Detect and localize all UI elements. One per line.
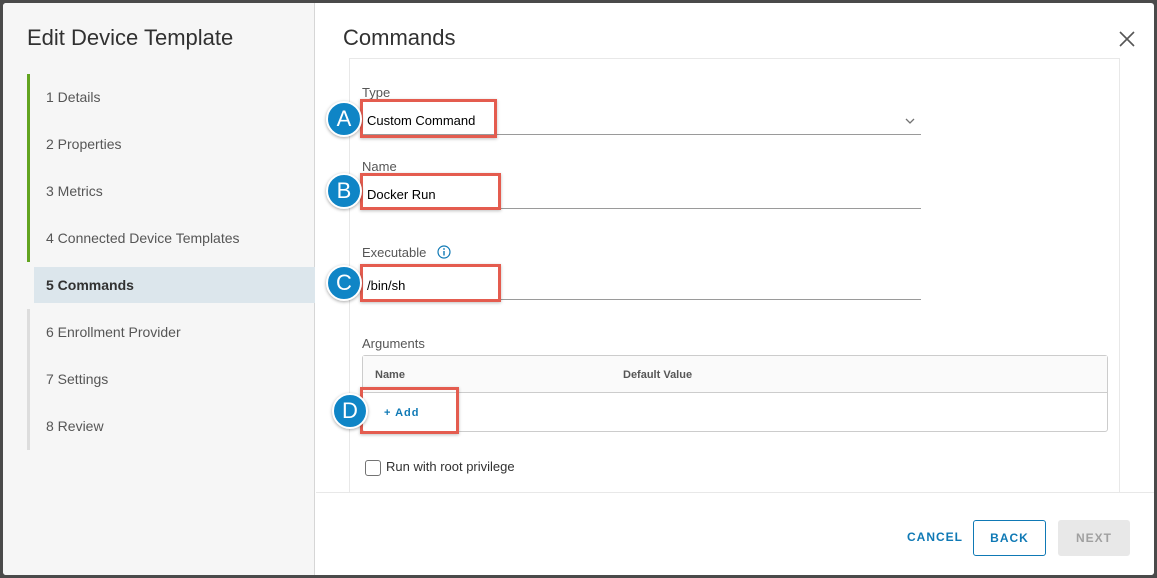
root-privilege-checkbox[interactable]: [365, 460, 381, 476]
wizard-content: Commands Type Custom Command Name Docker…: [316, 3, 1154, 575]
type-select-value: Custom Command: [367, 113, 476, 128]
step-connected-device-templates[interactable]: 4 Connected Device Templates: [27, 215, 315, 262]
executable-input-value: /bin/sh: [367, 278, 406, 293]
modal-title: Edit Device Template: [27, 25, 234, 50]
wizard-steps: 1 Details 2 Properties 3 Metrics 4 Conne…: [27, 74, 315, 450]
type-label: Type: [362, 85, 391, 100]
cancel-button[interactable]: CANCEL: [885, 520, 985, 556]
annotation-badge-c: C: [326, 265, 362, 301]
step-metrics[interactable]: 3 Metrics: [27, 168, 315, 215]
wizard-sidebar: Edit Device Template 1 Details 2 Propert…: [3, 3, 315, 575]
annotation-badge-b: B: [326, 173, 362, 209]
executable-input[interactable]: /bin/sh: [362, 272, 921, 300]
info-icon[interactable]: [437, 245, 451, 259]
arguments-table-header: Name Default Value: [363, 356, 1107, 393]
chevron-down-icon: [905, 118, 915, 124]
step-settings[interactable]: 7 Settings: [27, 356, 315, 403]
root-privilege-label: Run with root privilege: [386, 459, 515, 474]
arguments-label: Arguments: [362, 336, 425, 351]
step-review[interactable]: 8 Review: [27, 403, 315, 450]
step-commands[interactable]: 5 Commands: [34, 267, 315, 303]
step-details[interactable]: 1 Details: [27, 74, 315, 121]
name-input[interactable]: Docker Run: [362, 181, 921, 209]
name-input-value: Docker Run: [367, 187, 436, 202]
annotation-badge-d: D: [332, 393, 368, 429]
name-label: Name: [362, 159, 397, 174]
next-button[interactable]: NEXT: [1058, 520, 1130, 556]
add-argument-button[interactable]: + Add: [384, 407, 419, 419]
column-header-name: Name: [375, 369, 405, 381]
edit-device-template-modal: Edit Device Template 1 Details 2 Propert…: [3, 3, 1154, 575]
annotation-badge-a: A: [326, 101, 362, 137]
close-icon[interactable]: [1118, 30, 1136, 48]
step-enrollment-provider[interactable]: 6 Enrollment Provider: [27, 309, 315, 356]
step-properties[interactable]: 2 Properties: [27, 121, 315, 168]
wizard-footer: CANCEL BACK NEXT: [316, 492, 1154, 575]
back-button[interactable]: BACK: [973, 520, 1046, 556]
type-select[interactable]: Custom Command: [362, 107, 921, 135]
executable-label: Executable: [362, 245, 427, 260]
arguments-table: Name Default Value + Add: [362, 355, 1108, 432]
column-header-default-value: Default Value: [623, 369, 693, 381]
page-title: Commands: [343, 25, 456, 50]
